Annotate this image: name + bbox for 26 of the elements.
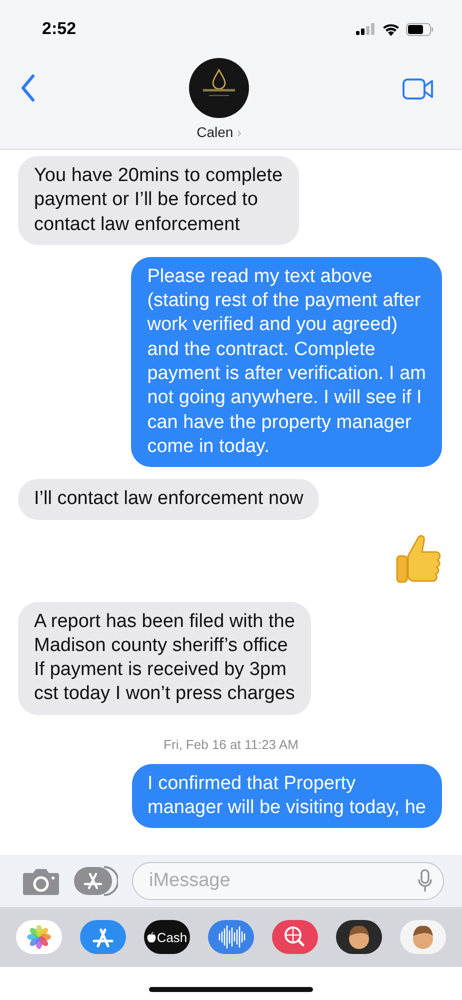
app-store-icon[interactable]	[74, 866, 118, 896]
message-bubble: I’ll contact law enforcement now	[18, 479, 320, 520]
back-icon[interactable]	[20, 74, 36, 102]
message-input-field[interactable]: iMessage	[132, 862, 444, 900]
signal-icon	[356, 23, 376, 35]
app-store-icon[interactable]	[80, 920, 126, 954]
battery-icon	[406, 22, 434, 36]
memoji-icon[interactable]	[400, 920, 446, 954]
wifi-icon	[382, 22, 400, 36]
image-search-icon[interactable]	[272, 920, 318, 954]
audio-message-icon[interactable]	[208, 920, 254, 954]
timestamp: Fri, Feb 16 at 11:23 AM	[162, 736, 300, 752]
microphone-icon[interactable]	[418, 869, 432, 893]
video-call-icon[interactable]	[402, 78, 434, 100]
camera-icon[interactable]	[22, 867, 60, 895]
cash-app-button[interactable]: Cash	[144, 920, 190, 954]
apple-icon	[146, 932, 156, 942]
contact-name[interactable]: Calen ›	[196, 124, 242, 140]
message-bubble: I confirmed that Property manager will be visiting today, he	[132, 764, 442, 828]
message-bubble: Please read my text above (stating rest of the payment after work verified and you agreed) and the contract. Complete payment is after verification. I am not going anywhere. I will see if I can have the property manager come in today.	[131, 256, 442, 468]
message-bubble: You have 20mins to complete payment or I’ll be forced to contact law enforcement	[18, 156, 299, 245]
message-bubble: A report has been filed with the Madison county sheriff’s office If payment is received by 3pm cst today I won’t press charges	[18, 602, 311, 715]
memoji-icon[interactable]	[336, 920, 382, 954]
avatar[interactable]	[189, 58, 249, 118]
photos-app-icon[interactable]	[16, 920, 62, 954]
status-time: 2:52	[42, 19, 76, 39]
